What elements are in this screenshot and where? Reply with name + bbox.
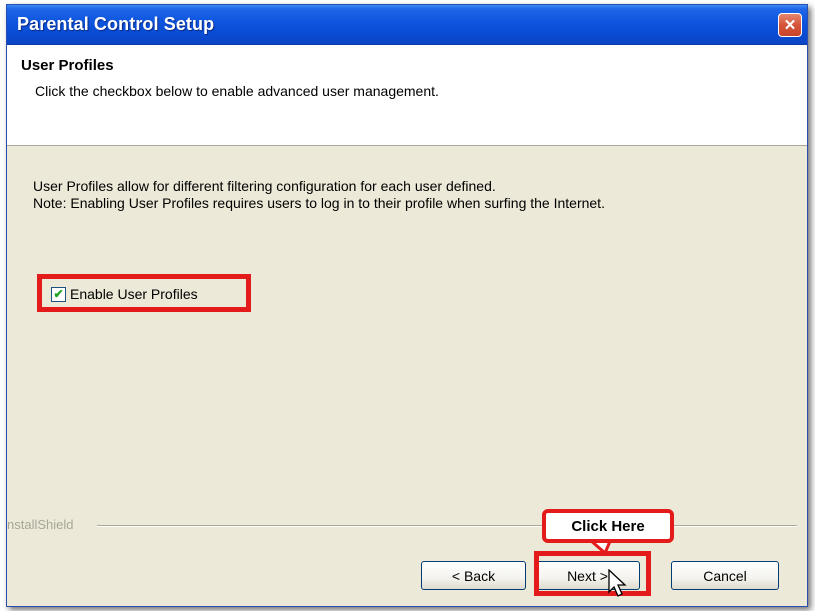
click-here-callout: Click Here bbox=[542, 509, 674, 543]
enable-user-profiles-checkbox[interactable]: ✔ Enable User Profiles bbox=[51, 286, 198, 302]
description-line-1: User Profiles allow for different filter… bbox=[33, 178, 496, 194]
description-line-2: Note: Enabling User Profiles requires us… bbox=[33, 195, 605, 211]
close-icon[interactable]: ✕ bbox=[778, 13, 802, 37]
page-title: User Profiles bbox=[21, 57, 114, 74]
checkbox-checked-icon[interactable]: ✔ bbox=[51, 286, 66, 302]
page-subtitle: Click the checkbox below to enable advan… bbox=[35, 83, 439, 99]
checkbox-label[interactable]: Enable User Profiles bbox=[70, 286, 198, 302]
next-button-highlight bbox=[534, 551, 651, 596]
installshield-label: nstallShield bbox=[7, 517, 74, 532]
cancel-button[interactable]: Cancel bbox=[671, 561, 779, 590]
header-panel: User Profiles Click the checkbox below t… bbox=[7, 45, 807, 146]
setup-dialog: Parental Control Setup ✕ User Profiles C… bbox=[6, 4, 808, 607]
title-bar: Parental Control Setup ✕ bbox=[7, 5, 807, 45]
mouse-cursor-icon bbox=[608, 569, 627, 597]
description: User Profiles allow for different filter… bbox=[33, 178, 605, 212]
back-button[interactable]: < Back bbox=[421, 561, 526, 590]
window-title: Parental Control Setup bbox=[17, 14, 215, 34]
footer-divider bbox=[97, 525, 797, 527]
